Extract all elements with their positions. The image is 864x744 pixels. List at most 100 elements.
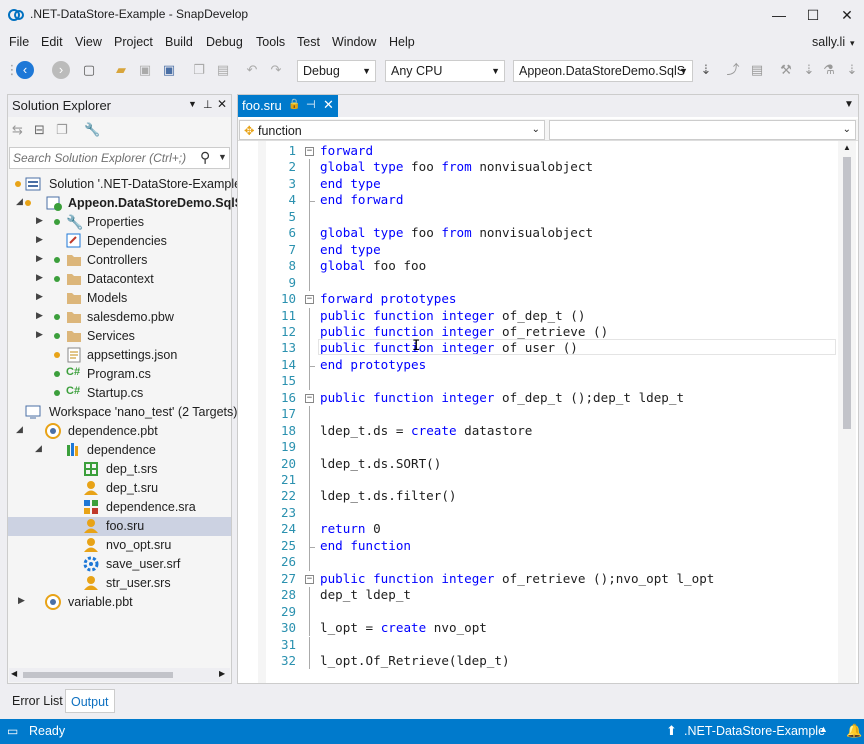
close-button[interactable]: ✕ xyxy=(830,0,864,30)
menu-project[interactable]: Project xyxy=(114,35,153,49)
scroll-left-icon[interactable]: ◀ xyxy=(11,669,17,678)
vertical-scrollbar[interactable]: ▲ xyxy=(838,141,856,683)
close-panel-icon[interactable]: ✕ xyxy=(217,97,227,111)
scrollbar-thumb[interactable] xyxy=(843,157,851,429)
tree-item-datacontext[interactable]: ▶ Datacontext xyxy=(8,270,231,289)
search-options-icon[interactable]: ▼ xyxy=(218,152,227,162)
close-tab-icon[interactable]: ✕ xyxy=(323,97,334,113)
expand-right-icon[interactable]: ▶ xyxy=(36,272,43,283)
build-icon[interactable]: ⤴ xyxy=(724,61,742,79)
collapse-region-icon[interactable]: − xyxy=(305,393,314,403)
tab-error-list[interactable]: Error List xyxy=(7,689,68,713)
new-project-icon[interactable]: ▢ xyxy=(80,61,98,79)
expand-right-icon[interactable]: ▶ xyxy=(18,595,25,606)
search-icon[interactable]: ⚲ xyxy=(200,149,210,166)
tree-item-models[interactable]: ▶ Models xyxy=(8,289,231,308)
tab-output[interactable]: Output xyxy=(65,689,115,713)
scroll-up-icon[interactable]: ▲ xyxy=(843,143,851,152)
collapse-region-icon[interactable]: − xyxy=(305,147,314,156)
tab-foo-sru[interactable]: foo.sru 🔒 ⊣ ✕ xyxy=(238,95,338,117)
run-options-icon[interactable]: ⇣ xyxy=(697,61,715,79)
redo-icon[interactable]: ↷ xyxy=(267,61,285,79)
menu-edit[interactable]: Edit xyxy=(41,35,63,49)
expand-down-icon[interactable]: ◢ xyxy=(16,196,23,207)
tools-icon[interactable]: ⚒ xyxy=(777,61,795,79)
expand-right-icon[interactable]: ▶ xyxy=(36,310,43,321)
tree-item-dep-t-sru[interactable]: dep_t.sru xyxy=(8,479,231,498)
member-type-select[interactable]: ✥ function ⌄ xyxy=(239,120,545,140)
expand-down-icon[interactable]: ◢ xyxy=(35,443,42,454)
tab-overflow-icon[interactable]: ▼ xyxy=(844,99,854,110)
menu-window[interactable]: Window xyxy=(332,35,376,49)
panel-menu-icon[interactable]: ▼ xyxy=(188,99,197,109)
menu-tools[interactable]: Tools xyxy=(256,35,285,49)
deploy-icon[interactable]: ▤ xyxy=(748,61,766,79)
tree-item-variable-pbt[interactable]: ▶ variable.pbt xyxy=(8,593,231,612)
scroll-right-icon[interactable]: ▶ xyxy=(219,669,225,678)
tree-item-controllers[interactable]: ▶ Controllers xyxy=(8,251,231,270)
tree-item-startup[interactable]: C# Startup.cs xyxy=(8,384,231,403)
save-all-icon[interactable]: ▣ xyxy=(160,61,178,79)
forward-icon[interactable]: › xyxy=(52,61,70,79)
configuration-select[interactable]: Debug ▼ xyxy=(297,60,376,82)
tree-item-appsettings[interactable]: appsettings.json xyxy=(8,346,231,365)
tree-item-dependence-pbt[interactable]: ◢ dependence.pbt xyxy=(8,422,231,441)
menu-file[interactable]: File xyxy=(9,35,29,49)
expand-down-icon[interactable]: ◢ xyxy=(16,424,23,435)
tree-item-save-user[interactable]: save_user.srf xyxy=(8,555,231,574)
tree-item-nvo-opt[interactable]: nvo_opt.sru xyxy=(8,536,231,555)
sync-icon[interactable]: ⇆ xyxy=(12,122,23,138)
tree-item-workspace[interactable]: Workspace 'nano_test' (2 Targets) xyxy=(8,403,237,422)
user-dropdown-icon[interactable]: ▾ xyxy=(850,38,855,49)
status-solution-name[interactable]: .NET-DataStore-Example xyxy=(684,724,825,738)
more-tools-icon[interactable]: ⇣ xyxy=(800,61,818,79)
menu-debug[interactable]: Debug xyxy=(206,35,243,49)
open-folder-icon[interactable]: ▰ xyxy=(112,61,130,79)
search-input[interactable]: Search Solution Explorer (Ctrl+;) ⚲ ▼ xyxy=(9,147,230,169)
source-control-icon[interactable]: ⬆ xyxy=(666,723,677,739)
menu-help[interactable]: Help xyxy=(389,35,415,49)
chevron-up-icon[interactable]: ▲ xyxy=(819,724,828,734)
menu-test[interactable]: Test xyxy=(297,35,320,49)
tree-item-dependence-sra[interactable]: dependence.sra xyxy=(8,498,231,517)
tree-item-dependencies[interactable]: ▶ Dependencies xyxy=(8,232,231,251)
expand-right-icon[interactable]: ▶ xyxy=(36,329,43,340)
back-icon[interactable]: ‹ xyxy=(16,61,34,79)
pin-tab-icon[interactable]: ⊣ xyxy=(306,98,316,111)
expand-right-icon[interactable]: ▶ xyxy=(36,291,43,302)
tree-item-foo-sru[interactable]: foo.sru xyxy=(8,517,231,536)
member-select[interactable]: ⌄ xyxy=(549,120,856,140)
collapse-region-icon[interactable]: − xyxy=(305,295,314,305)
code-editor[interactable]: 1− forward 2 global type foo from nonvisual… xyxy=(238,141,858,683)
tree-item-program[interactable]: C# Program.cs xyxy=(8,365,231,384)
expand-right-icon[interactable]: ▶ xyxy=(36,253,43,264)
collapse-all-icon[interactable]: ⊟ xyxy=(34,122,45,138)
minimize-button[interactable]: — xyxy=(762,0,796,30)
expand-right-icon[interactable]: ▶ xyxy=(36,234,43,245)
expand-right-icon[interactable]: ▶ xyxy=(36,215,43,226)
tree-item-dependence-lib[interactable]: ◢ dependence xyxy=(8,441,231,460)
pin-icon[interactable]: ⊥ xyxy=(203,98,213,111)
platform-select[interactable]: Any CPU ▼ xyxy=(385,60,505,82)
properties-icon[interactable]: 🔧 xyxy=(84,122,100,138)
scrollbar-thumb[interactable] xyxy=(23,672,173,678)
tree-item-str-user[interactable]: str_user.srs xyxy=(8,574,231,593)
tree-item-services[interactable]: ▶ Services xyxy=(8,327,231,346)
tree-item-salesdemo[interactable]: ▶ salesdemo.pbw xyxy=(8,308,231,327)
notifications-icon[interactable]: 🔔 xyxy=(846,723,862,739)
copy-icon[interactable]: ❐ xyxy=(190,61,208,79)
save-icon[interactable]: ▣ xyxy=(136,61,154,79)
user-account[interactable]: sally.li xyxy=(812,35,845,49)
maximize-button[interactable]: ☐ xyxy=(796,0,830,30)
toolbar-overflow-icon[interactable]: ⇣ xyxy=(843,61,861,79)
paste-icon[interactable]: ▤ xyxy=(214,61,232,79)
undo-icon[interactable]: ↶ xyxy=(243,61,261,79)
show-all-files-icon[interactable]: ❐ xyxy=(56,122,68,138)
extension-icon[interactable]: ⚗ xyxy=(820,61,838,79)
horizontal-scrollbar[interactable]: ◀ ▶ xyxy=(9,668,230,682)
menu-build[interactable]: Build xyxy=(165,35,193,49)
tree-item-solution[interactable]: Solution '.NET-DataStore-Example' xyxy=(8,175,243,194)
tree-item-project[interactable]: ◢ Appeon.DataStoreDemo.SqlS xyxy=(8,194,243,213)
tree-item-dep-t-srs[interactable]: dep_t.srs xyxy=(8,460,231,479)
collapse-region-icon[interactable]: − xyxy=(305,574,314,584)
